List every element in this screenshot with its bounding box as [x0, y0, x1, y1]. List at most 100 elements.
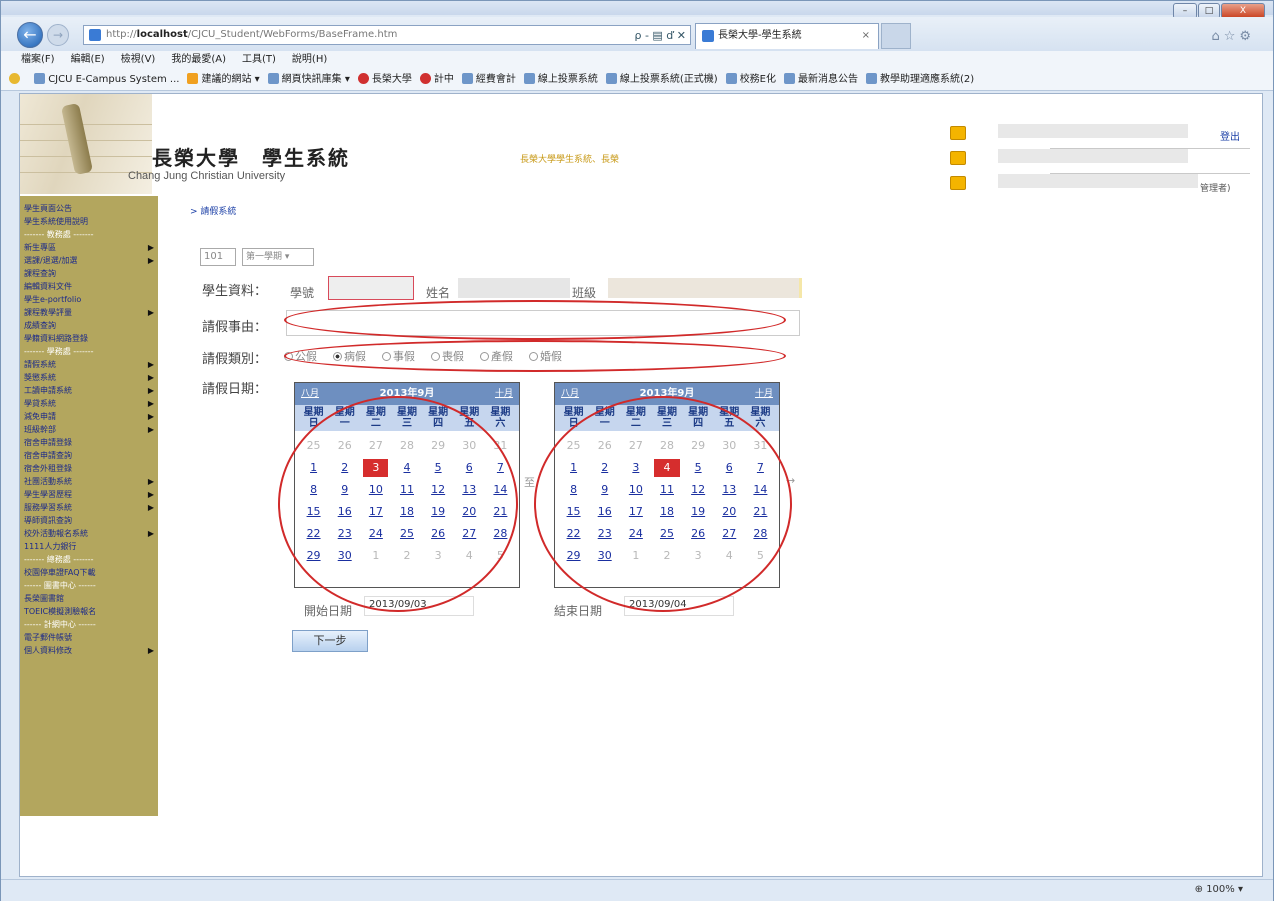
page-viewport: 長榮大學 學生系統 Chang Jung Christian Universit… [19, 93, 1263, 877]
menu-item[interactable]: 我的最愛(A) [171, 54, 226, 65]
prev-month-link[interactable]: 八月 [301, 383, 319, 405]
favorite-link[interactable]: 線上投票系統 [523, 69, 598, 90]
mail-icon[interactable] [950, 151, 966, 165]
address-path: /CJCU_Student/WebForms/BaseFrame.htm [187, 29, 398, 40]
sidebar-item-label: 學生頁面公告 [24, 204, 72, 213]
toolbar-icons[interactable]: ⌂☆⚙ [1211, 29, 1255, 44]
sidebar-item[interactable]: 導師資訊查詢 [20, 514, 158, 527]
new-tab-button[interactable] [881, 23, 911, 49]
year-input[interactable]: 101 [200, 248, 236, 266]
sidebar-item[interactable]: 學生系統使用說明 [20, 215, 158, 228]
sidebar-item[interactable]: 服務學習系統 ▶ [20, 501, 158, 514]
next-month-link[interactable]: 十月 [755, 383, 773, 405]
category-label: 請假類別： [202, 352, 268, 367]
sidebar-item[interactable]: 社團活動系統 ▶ [20, 475, 158, 488]
sidebar-item-label: 學籍資料網路登錄 [24, 334, 88, 343]
favorite-link[interactable]: 教學助理適應系統(2) [866, 69, 974, 90]
sidebar-item[interactable]: 校園停車證FAQ下載 [20, 566, 158, 579]
sidebar-item[interactable]: 個人資料修改 ▶ [20, 644, 158, 657]
site-title: 長榮大學 學生系統 [152, 146, 350, 170]
sidebar-item[interactable]: 電子郵件帳號 [20, 631, 158, 644]
student-info-label: 學生資料： [202, 284, 268, 299]
sidebar-item[interactable]: 獎懲系統 ▶ [20, 371, 158, 384]
sidebar-item[interactable]: 學生e-portfolio [20, 293, 158, 306]
favorite-link[interactable]: 長榮大學 [357, 69, 412, 90]
sidebar-item[interactable]: 請假系統 ▶ [20, 358, 158, 371]
sidebar-item[interactable]: 學籍資料網路登錄 [20, 332, 158, 345]
favorite-link[interactable]: 網頁快訊庫集 ▾ [267, 69, 350, 90]
favorite-label: 線上投票系統(正式機) [619, 74, 718, 85]
favorite-link[interactable]: 經費會計 [461, 69, 516, 90]
chevron-right-icon: ▶ [147, 243, 154, 252]
sidebar-item[interactable]: 校外活動報名系統 ▶ [20, 527, 158, 540]
sidebar-item[interactable]: 1111人力銀行 [20, 540, 158, 553]
student-id-field[interactable] [328, 276, 414, 300]
page-icon [267, 73, 279, 84]
chevron-right-icon: ▶ [147, 529, 154, 538]
forward-button[interactable]: → [47, 24, 69, 46]
reason-label: 請假事由： [202, 320, 268, 335]
sidebar-item[interactable]: 編輯資料文件 [20, 280, 158, 293]
sidebar-item[interactable]: 選課/退選/加選 ▶ [20, 254, 158, 267]
page-icon [702, 30, 714, 42]
sidebar-item[interactable]: 宿舍外租登錄 [20, 462, 158, 475]
sidebar-item[interactable]: 工讀申請系統 ▶ [20, 384, 158, 397]
favorite-link[interactable]: 建議的網站 ▾ [187, 69, 260, 90]
logout-link[interactable]: 登出 [1220, 128, 1240, 143]
favorite-link[interactable]: 計中 [419, 69, 454, 90]
zoom-control[interactable]: ⊕ 100% ▾ [1195, 884, 1243, 895]
sidebar-item-label: 請假系統 [24, 360, 56, 369]
user-role-text: 管理者) [1200, 184, 1231, 194]
weekday-prefix: 星期 [303, 407, 324, 418]
favorite-link[interactable]: 最新消息公告 [784, 69, 859, 90]
browser-tab[interactable]: 長榮大學-學生系統 × [695, 23, 879, 49]
favorite-label: 最新消息公告 [798, 74, 859, 85]
menu-item[interactable]: 說明(H) [292, 54, 327, 65]
sidebar-item[interactable]: 學生學習歷程 ▶ [20, 488, 158, 501]
sidebar-item[interactable]: 長榮圖書館 [20, 592, 158, 605]
sidebar-item[interactable]: 班級幹部 ▶ [20, 423, 158, 436]
back-button[interactable]: ← [17, 22, 43, 48]
sidebar-item[interactable]: 宿舍申請登錄 [20, 436, 158, 449]
prev-month-link[interactable]: 八月 [561, 383, 579, 405]
favorite-link[interactable]: 線上投票系統(正式機) [605, 69, 718, 90]
sidebar-section-header: ------- 學務處 ------- [24, 347, 94, 356]
menu-item[interactable]: 檔案(F) [21, 54, 55, 65]
breadcrumb[interactable]: > 請假系統 [190, 204, 236, 217]
annotation-ellipse-end-calendar [534, 396, 792, 612]
page-icon [725, 73, 737, 84]
sidebar-item[interactable]: 課程教學評量 ▶ [20, 306, 158, 319]
term-select[interactable]: 第一學期 ▾ [242, 248, 314, 266]
sidebar-item-label: 選課/退選/加選 [24, 256, 78, 265]
chevron-right-icon: ▶ [147, 399, 154, 408]
sidebar-item-label: 服務學習系統 [24, 503, 72, 512]
sidebar-item[interactable]: 宿舍申請查詢 [20, 449, 158, 462]
sidebar-item[interactable]: 課程查詢 [20, 267, 158, 280]
weekday-prefix: 星期 [563, 407, 584, 418]
user-icon[interactable] [950, 126, 966, 140]
sidebar-item[interactable]: 減免申請 ▶ [20, 410, 158, 423]
favorite-link[interactable]: CJCU E-Campus System ... [34, 69, 179, 90]
tab-close-icon[interactable]: × [862, 24, 870, 48]
menu-item[interactable]: 工具(T) [242, 54, 276, 65]
address-tools[interactable]: ρ - ▤ ď ✕ [634, 27, 686, 45]
menu-item[interactable]: 編輯(E) [71, 54, 105, 65]
menu-bar: 檔案(F) 編輯(E) 檢視(V) 我的最愛(A) 工具(T) 說明(H) [1, 51, 1273, 69]
sidebar-item[interactable]: 學貸系統 ▶ [20, 397, 158, 410]
favorites-star-icon[interactable] [9, 69, 23, 90]
menu-item[interactable]: 檢視(V) [121, 54, 156, 65]
sidebar-item-label: 學生e-portfolio [24, 295, 82, 304]
sidebar-item[interactable]: 成績查詢 [20, 319, 158, 332]
sidebar-item-label: 宿舍申請查詢 [24, 451, 72, 460]
role-icon[interactable] [950, 176, 966, 190]
next-step-button[interactable]: 下一步 [292, 630, 368, 652]
next-month-link[interactable]: 十月 [495, 383, 513, 405]
favorite-link[interactable]: 校務E化 [725, 69, 776, 90]
sidebar-item-label: 1111人力銀行 [24, 542, 77, 551]
sidebar-item[interactable]: TOEIC模擬測驗報名 [20, 605, 158, 618]
sidebar-item[interactable]: 新生專區 ▶ [20, 241, 158, 254]
address-bar[interactable]: http://localhost/CJCU_Student/WebForms/B… [83, 25, 691, 45]
sidebar-item[interactable]: 學生頁面公告 [20, 202, 158, 215]
name-field [458, 278, 570, 298]
sidebar: 學生頁面公告 學生系統使用說明 ------- 教務處 ------- 新生專區 ▶ 選課… [20, 196, 158, 816]
